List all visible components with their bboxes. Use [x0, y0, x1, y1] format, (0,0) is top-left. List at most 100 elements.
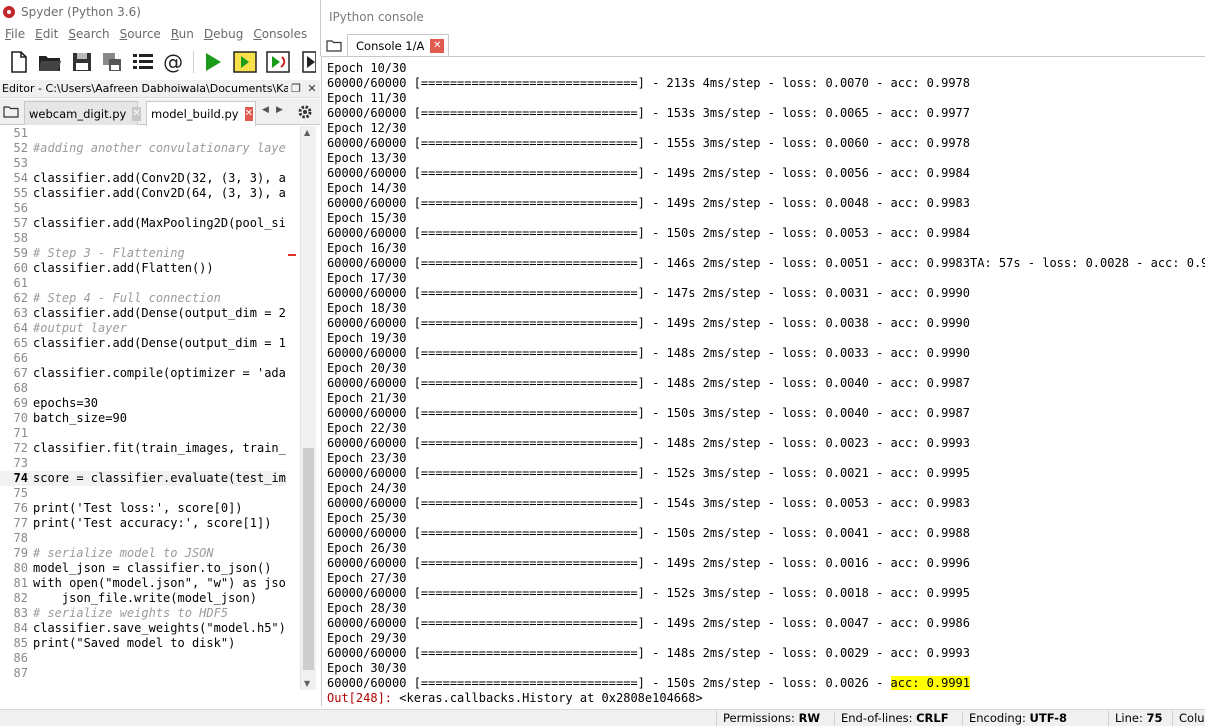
- browse-tabs-icon[interactable]: [3, 105, 19, 118]
- run-icon[interactable]: [203, 50, 224, 74]
- code-line[interactable]: 70 batch_size=90: [0, 411, 286, 426]
- run-cell-advance-icon[interactable]: [266, 50, 290, 74]
- menu-edit[interactable]: Edit: [30, 27, 63, 41]
- code-line[interactable]: 57 classifier.add(MaxPooling2D(pool_siz: [0, 216, 286, 231]
- browse-tabs-icon[interactable]: [326, 39, 342, 52]
- code-line[interactable]: 77 print('Test accuracy:', score[1]): [0, 516, 286, 531]
- code-line[interactable]: 75: [0, 486, 286, 501]
- code-text: print('Test loss:', score[0]): [33, 501, 243, 515]
- editor-tab-model-build[interactable]: model_build.py ✕: [146, 101, 256, 126]
- training-progress-line: 60000/60000 [===========================…: [327, 196, 970, 210]
- close-tab-icon[interactable]: ✕: [132, 106, 141, 121]
- menu-search[interactable]: Search: [63, 27, 114, 41]
- code-line[interactable]: 80 model_json = classifier.to_json(): [0, 561, 286, 576]
- epoch-header-line: Epoch 22/30: [327, 421, 407, 435]
- tab-scroll-right-icon[interactable]: ▶: [276, 105, 288, 119]
- code-line[interactable]: 60 classifier.add(Flatten()): [0, 261, 286, 276]
- menu-source[interactable]: Source: [115, 27, 166, 41]
- code-line[interactable]: 66: [0, 351, 286, 366]
- training-progress-line: 60000/60000 [===========================…: [327, 556, 970, 570]
- line-number: 74: [13, 471, 28, 485]
- code-editor[interactable]: 51 52 #adding another convulationary layer…: [0, 126, 286, 690]
- code-line[interactable]: 54 classifier.add(Conv2D(32, (3, 3), act: [0, 171, 286, 186]
- code-line[interactable]: 84 classifier.save_weights("model.h5"): [0, 621, 286, 636]
- line-number: 75: [13, 486, 28, 500]
- code-text: classifier.compile(optimizer = 'adam: [33, 366, 286, 380]
- editor-vertical-scrollbar[interactable]: ▲ ▼: [300, 126, 316, 690]
- code-line[interactable]: 81 with open("model.json", "w") as json_: [0, 576, 286, 591]
- code-line[interactable]: 87: [0, 666, 286, 681]
- toolbar-separator: [192, 51, 194, 73]
- code-line[interactable]: 67 classifier.compile(optimizer = 'adam: [0, 366, 286, 381]
- close-pane-icon[interactable]: ✕: [304, 82, 320, 95]
- new-file-icon[interactable]: [8, 50, 29, 74]
- progress-text: 60000/60000 [===========================…: [327, 676, 891, 690]
- line-number: 55: [13, 186, 28, 200]
- code-line[interactable]: 53: [0, 156, 286, 171]
- code-line[interactable]: 83 # serialize weights to HDF5: [0, 606, 286, 621]
- code-line[interactable]: 82 json_file.write(model_json): [0, 591, 286, 606]
- epoch-header-line: Epoch 28/30: [327, 601, 407, 615]
- save-icon[interactable]: [71, 50, 92, 74]
- scrollbar-thumb[interactable]: [303, 448, 314, 670]
- code-line[interactable]: 55 classifier.add(Conv2D(64, (3, 3), act: [0, 186, 286, 201]
- editor-tab-webcam-digit[interactable]: webcam_digit.py ✕: [24, 101, 141, 125]
- code-line[interactable]: 78: [0, 531, 286, 546]
- line-number: 87: [13, 666, 28, 680]
- line-number: 76: [13, 501, 28, 515]
- training-progress-line: 60000/60000 [===========================…: [327, 316, 970, 330]
- line-number: 86: [13, 651, 28, 665]
- code-line[interactable]: 86: [0, 651, 286, 666]
- code-line[interactable]: 56: [0, 201, 286, 216]
- line-number: 54: [13, 171, 28, 185]
- code-line[interactable]: 72 classifier.fit(train_images, train_l: [0, 441, 286, 456]
- menu-run[interactable]: Run: [166, 27, 199, 41]
- menu-file[interactable]: File: [0, 27, 30, 41]
- code-line[interactable]: 61: [0, 276, 286, 291]
- code-text: json_file.write(model_json): [33, 591, 257, 605]
- code-line[interactable]: 64 #output layer: [0, 321, 286, 336]
- open-folder-icon[interactable]: [38, 50, 62, 74]
- console-output[interactable]: Epoch 10/30 60000/60000 [================…: [321, 56, 1205, 706]
- code-line[interactable]: 76 print('Test loss:', score[0]): [0, 501, 286, 516]
- code-line[interactable]: 85 print("Saved model to disk"): [0, 636, 286, 651]
- undock-icon[interactable]: ❐: [288, 82, 304, 95]
- menu-consoles[interactable]: Consoles: [248, 27, 312, 41]
- editor-tab-label: model_build.py: [151, 107, 239, 121]
- save-all-icon[interactable]: [101, 50, 122, 74]
- menu-debug[interactable]: Debug: [199, 27, 248, 41]
- gear-icon[interactable]: [297, 104, 313, 120]
- close-tab-icon[interactable]: ✕: [430, 38, 445, 53]
- code-text: classifier.add(Flatten()): [33, 261, 214, 275]
- run-cell-icon[interactable]: [233, 50, 257, 74]
- code-line[interactable]: 65 classifier.add(Dense(output_dim = 10: [0, 336, 286, 351]
- epoch-header-line: Epoch 29/30: [327, 631, 407, 645]
- close-tab-icon[interactable]: ✕: [244, 107, 253, 121]
- code-line[interactable]: 69 epochs=30: [0, 396, 286, 411]
- console-tab-1a[interactable]: Console 1/A ✕: [347, 34, 450, 56]
- code-line[interactable]: 79 # serialize model to JSON: [0, 546, 286, 561]
- code-line[interactable]: 52 #adding another convulationary layer: [0, 141, 286, 156]
- outline-icon[interactable]: [132, 50, 154, 74]
- status-line: Line: 75: [1108, 711, 1163, 726]
- line-number: 78: [13, 531, 28, 545]
- code-line[interactable]: 63 classifier.add(Dense(output_dim = 25: [0, 306, 286, 321]
- code-line[interactable]: 59 # Step 3 - Flattening: [0, 246, 286, 261]
- epoch-header-line: Epoch 14/30: [327, 181, 407, 195]
- code-line[interactable]: 62 # Step 4 - Full connection: [0, 291, 286, 306]
- code-line[interactable]: 51: [0, 126, 286, 141]
- code-line[interactable]: 68: [0, 381, 286, 396]
- tab-scroll-left-icon[interactable]: ◀: [262, 105, 274, 119]
- output-result-line: Out[248]: <keras.callbacks.History at 0x…: [327, 691, 703, 706]
- at-icon[interactable]: @: [163, 50, 184, 74]
- status-eol: End-of-lines: CRLF: [834, 711, 949, 726]
- code-line[interactable]: 58: [0, 231, 286, 246]
- run-selection-icon[interactable]: [299, 50, 320, 74]
- code-comment: # serialize weights to HDF5: [33, 606, 229, 620]
- scroll-down-icon[interactable]: ▼: [304, 679, 310, 688]
- scroll-up-icon[interactable]: ▲: [304, 128, 310, 137]
- code-line[interactable]: 71: [0, 426, 286, 441]
- code-line[interactable]: 73: [0, 456, 286, 471]
- current-code-line[interactable]: 74 score = classifier.evaluate(test_ima: [0, 471, 286, 486]
- code-text: classifier.fit(train_images, train_l: [33, 441, 286, 455]
